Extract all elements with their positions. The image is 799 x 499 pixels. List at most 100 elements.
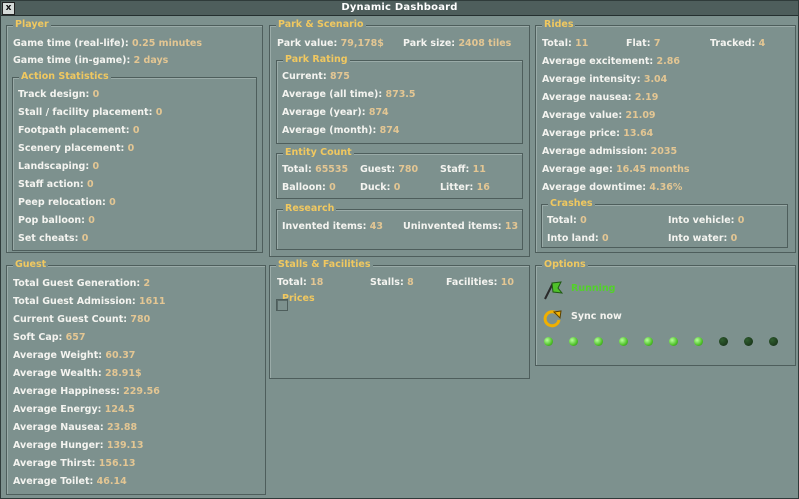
sync-icon bbox=[541, 307, 563, 329]
rides-tracked-label: Tracked: bbox=[710, 38, 756, 49]
facilities-count-label: Facilities: bbox=[446, 277, 498, 288]
rating-current-label: Current: bbox=[282, 71, 327, 82]
ride-stat-label: Average intensity: bbox=[542, 74, 641, 85]
stalls-total-row: Total: 18 bbox=[277, 277, 323, 289]
research-panel: Research Invented items: 43 Uninvented i… bbox=[276, 203, 523, 250]
running-toggle[interactable]: Running bbox=[541, 279, 661, 301]
guest-stat-row: Average Thirst: 156.13 bbox=[13, 458, 135, 470]
entity-guest-value: 780 bbox=[398, 164, 419, 175]
guest-stat-label: Average Toilet: bbox=[13, 476, 94, 487]
action-statistics-panel: Action Statistics Track design: 0 Stall … bbox=[12, 71, 257, 251]
game-time-real-label: Game time (real-life): bbox=[13, 38, 129, 49]
entity-guest-row: Guest: 780 bbox=[360, 164, 418, 176]
status-indicator bbox=[569, 337, 578, 346]
ride-stat-value: 13.64 bbox=[623, 128, 654, 139]
action-stat-row: Set cheats: 0 bbox=[18, 233, 88, 245]
rides-flat-value: 7 bbox=[653, 38, 661, 49]
prices-checkbox[interactable] bbox=[276, 299, 288, 311]
guest-stat-value: 124.5 bbox=[104, 404, 135, 415]
dynamic-dashboard-window: x Dynamic Dashboard Player Game time (re… bbox=[0, 0, 799, 499]
status-indicator bbox=[619, 337, 628, 346]
entity-count-panel: Entity Count Total: 65535 Guest: 780 Sta… bbox=[276, 147, 523, 199]
rating-all-time-row: Average (all time): 873.5 bbox=[282, 89, 416, 101]
stalls-count-label: Stalls: bbox=[370, 277, 404, 288]
status-indicator bbox=[744, 337, 753, 346]
status-indicator bbox=[769, 337, 778, 346]
research-invented-label: Invented items: bbox=[282, 221, 367, 232]
action-stat-row: Pop balloon: 0 bbox=[18, 215, 95, 227]
action-stat-value: 0 bbox=[155, 107, 163, 118]
rides-flat-label: Flat: bbox=[626, 38, 651, 49]
park-value-label: Park value: bbox=[277, 38, 338, 49]
title-bar[interactable]: x Dynamic Dashboard bbox=[1, 1, 798, 16]
sync-now-label: Sync now bbox=[571, 311, 622, 322]
action-stat-row: Stall / facility placement: 0 bbox=[18, 107, 162, 119]
entity-litter-label: Litter: bbox=[440, 182, 474, 193]
guest-stat-label: Average Energy: bbox=[13, 404, 102, 415]
ride-stat-label: Average nausea: bbox=[542, 92, 632, 103]
action-stat-value: 0 bbox=[92, 161, 100, 172]
entity-total-value: 65535 bbox=[315, 164, 349, 175]
rating-year-label: Average (year): bbox=[282, 107, 366, 118]
status-indicator bbox=[544, 337, 553, 346]
guest-panel: Guest Total Guest Generation: 2 Total Gu… bbox=[6, 259, 266, 495]
rating-all-time-label: Average (all time): bbox=[282, 89, 383, 100]
facilities-count-value: 10 bbox=[500, 277, 514, 288]
rides-total-value: 11 bbox=[575, 38, 589, 49]
guest-stat-value: 28.91$ bbox=[104, 368, 142, 379]
action-stat-label: Scenery placement: bbox=[18, 143, 125, 154]
guest-stat-value: 46.14 bbox=[96, 476, 127, 487]
ride-stat-value: 4.36% bbox=[649, 182, 683, 193]
research-uninvented-label: Uninvented items: bbox=[403, 221, 502, 232]
guest-stat-row: Soft Cap: 657 bbox=[13, 332, 86, 344]
entity-staff-value: 11 bbox=[472, 164, 486, 175]
park-size-label: Park size: bbox=[403, 38, 456, 49]
research-title: Research bbox=[283, 203, 337, 215]
game-time-ingame-label: Game time (in-game): bbox=[13, 55, 131, 66]
ride-stat-label: Average downtime: bbox=[542, 182, 647, 193]
stalls-total-value: 18 bbox=[310, 277, 324, 288]
research-invented-row: Invented items: 43 bbox=[282, 221, 383, 233]
park-size: 2408 tiles bbox=[458, 38, 512, 49]
guest-stat-row: Total Guest Generation: 2 bbox=[13, 278, 150, 290]
rating-month-row: Average (month): 874 bbox=[282, 125, 399, 137]
action-stat-row: Peep relocation: 0 bbox=[18, 197, 116, 209]
rating-all-time-value: 873.5 bbox=[385, 89, 416, 100]
rating-month-value: 874 bbox=[379, 125, 400, 136]
status-indicator bbox=[594, 337, 603, 346]
crashes-total-label: Total: bbox=[547, 215, 577, 226]
action-stat-value: 0 bbox=[88, 215, 95, 226]
action-stat-label: Set cheats: bbox=[18, 233, 79, 244]
rides-total-label: Total: bbox=[542, 38, 572, 49]
guest-stat-label: Total Guest Admission: bbox=[13, 296, 136, 307]
entity-staff-row: Staff: 11 bbox=[440, 164, 486, 176]
guest-stat-row: Average Nausea: 23.88 bbox=[13, 422, 137, 434]
action-stat-row: Scenery placement: 0 bbox=[18, 143, 134, 155]
park-rating-panel: Park Rating Current: 875 Average (all ti… bbox=[276, 54, 523, 144]
entity-guest-label: Guest: bbox=[360, 164, 395, 175]
entity-total-label: Total: bbox=[282, 164, 312, 175]
entity-balloon-label: Balloon: bbox=[282, 182, 326, 193]
action-stat-label: Track design: bbox=[18, 89, 90, 100]
window-title: Dynamic Dashboard bbox=[341, 2, 458, 13]
sync-now-button[interactable]: Sync now bbox=[541, 307, 661, 329]
guest-stat-value: 139.13 bbox=[106, 440, 144, 451]
ride-stat-value: 2035 bbox=[650, 146, 678, 157]
guest-stat-label: Average Hunger: bbox=[13, 440, 104, 451]
entity-total-row: Total: 65535 bbox=[282, 164, 348, 176]
ride-stat-row: Average intensity: 3.04 bbox=[542, 74, 667, 86]
ride-stat-label: Average admission: bbox=[542, 146, 648, 157]
game-time-real-row: Game time (real-life): 0.25 minutes bbox=[13, 38, 202, 50]
rating-year-value: 874 bbox=[368, 107, 389, 118]
entity-staff-label: Staff: bbox=[440, 164, 470, 175]
action-stat-value: 0 bbox=[87, 179, 94, 190]
action-stat-row: Staff action: 0 bbox=[18, 179, 94, 191]
guest-stat-value: 229.56 bbox=[123, 386, 160, 397]
action-stat-label: Landscaping: bbox=[18, 161, 90, 172]
guest-stat-value: 780 bbox=[130, 314, 151, 325]
entity-balloon-value: 0 bbox=[329, 182, 336, 193]
guest-stat-value: 156.13 bbox=[98, 458, 136, 469]
entity-duck-value: 0 bbox=[393, 182, 401, 193]
status-indicator bbox=[694, 337, 703, 346]
crashes-water-label: Into water: bbox=[668, 233, 728, 244]
